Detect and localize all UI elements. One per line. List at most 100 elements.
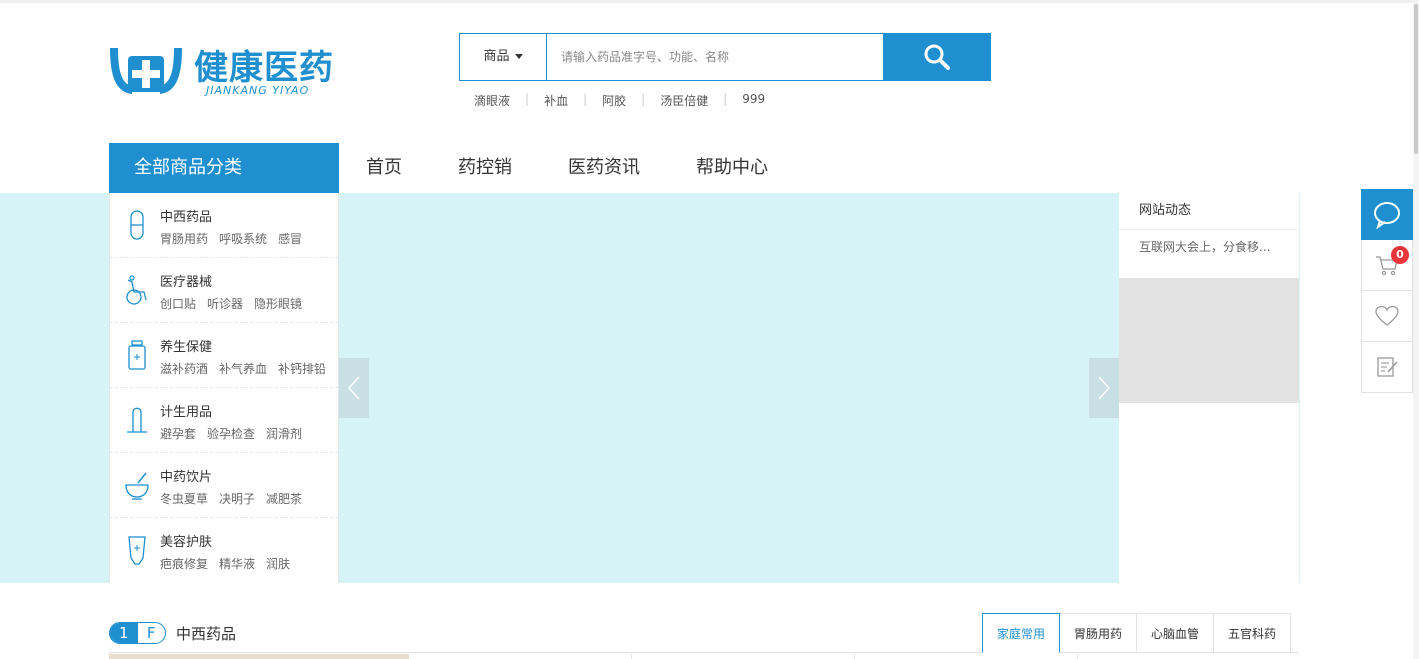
subcategory-link[interactable]: 呼吸系统	[219, 232, 267, 246]
floor-tab-ent[interactable]: 五官科药	[1214, 613, 1292, 653]
logo-subtext: JIANKANG YIYAO	[206, 84, 310, 97]
hot-word[interactable]: 汤臣倍健	[660, 92, 708, 109]
site-news-panel: 网站动态 互联网大会上，分食移...	[1119, 193, 1299, 583]
chat-button[interactable]	[1361, 189, 1413, 240]
scrollbar-thumb[interactable]	[1414, 4, 1418, 154]
search-scope-select[interactable]: 商品	[460, 34, 547, 80]
search-button[interactable]	[883, 33, 991, 81]
subcategory-link[interactable]: 滋补药酒	[160, 362, 208, 376]
category-subs: 避孕套 验孕检查 润滑剂	[160, 425, 313, 442]
floor-tab-family[interactable]: 家庭常用	[982, 613, 1061, 653]
category-title[interactable]: 计生用品	[160, 401, 212, 420]
category-subs: 胃肠用药 呼吸系统 感冒	[160, 230, 313, 247]
subcategory-link[interactable]: 精华液	[219, 557, 255, 571]
separator: |	[583, 92, 588, 106]
floor-tab-gastro[interactable]: 胃肠用药	[1060, 613, 1138, 653]
search-bar: 商品	[459, 33, 991, 81]
category-item[interactable]: 美容护肤 疤痕修复 精华液 润肤	[110, 518, 338, 583]
edit-note-icon	[1377, 357, 1398, 377]
nav-home[interactable]: 首页	[366, 143, 402, 193]
wheelchair-icon	[126, 275, 147, 305]
logo-mark-icon	[110, 48, 182, 94]
chevron-right-icon	[1098, 376, 1111, 400]
site-logo[interactable]: 健康医药 JIANKANG YIYAO	[108, 40, 338, 100]
pill-capsule-icon	[130, 210, 144, 240]
hot-word[interactable]: 999	[742, 92, 765, 109]
banner-next-button[interactable]	[1089, 358, 1119, 418]
nav-medical-news[interactable]: 医药资讯	[568, 143, 640, 193]
medicine-bottle-icon	[128, 340, 146, 370]
floor-tab-cardio[interactable]: 心脑血管	[1137, 613, 1215, 653]
hot-word[interactable]: 阿胶	[602, 92, 626, 109]
category-title[interactable]: 中西药品	[160, 206, 212, 225]
subcategory-link[interactable]: 避孕套	[160, 427, 196, 441]
chat-bubble-icon	[1374, 201, 1400, 229]
subcategory-link[interactable]: 减肥茶	[266, 492, 302, 506]
feedback-button[interactable]	[1361, 342, 1413, 393]
category-subs: 疤痕修复 精华液 润肤	[160, 555, 301, 572]
floor-number: 1	[110, 623, 138, 643]
category-title[interactable]: 医疗器械	[160, 271, 212, 290]
news-image[interactable]	[1119, 278, 1299, 403]
logo-text: 健康医药	[194, 48, 334, 88]
category-subs: 创口贴 听诊器 隐形眼镜	[160, 295, 313, 312]
floor-letter: F	[146, 624, 156, 642]
subcategory-link[interactable]: 补气养血	[219, 362, 267, 376]
product-divider	[631, 654, 632, 659]
news-item[interactable]: 互联网大会上，分食移...	[1119, 230, 1299, 270]
product-divider	[1077, 654, 1078, 659]
subcategory-link[interactable]: 冬虫夏草	[160, 492, 208, 506]
subcategory-link[interactable]: 听诊器	[207, 297, 243, 311]
subcategory-link[interactable]: 创口贴	[160, 297, 196, 311]
hot-word[interactable]: 补血	[544, 92, 568, 109]
subcategory-link[interactable]: 验孕检查	[207, 427, 255, 441]
search-input[interactable]	[547, 34, 883, 80]
all-categories-button[interactable]: 全部商品分类	[109, 143, 339, 193]
condom-icon	[127, 407, 147, 433]
cart-button[interactable]: 0	[1361, 240, 1413, 291]
subcategory-link[interactable]: 润滑剂	[266, 427, 302, 441]
caret-down-icon	[514, 54, 523, 59]
chevron-left-icon	[347, 376, 360, 400]
category-subs: 冬虫夏草 决明子 减肥茶	[160, 490, 313, 507]
category-subs: 滋补药酒 补气养血 补钙排铅	[160, 360, 337, 377]
right-toolbar: 0	[1361, 189, 1413, 393]
news-heading: 网站动态	[1119, 193, 1299, 230]
category-title[interactable]: 养生保健	[160, 336, 212, 355]
subcategory-link[interactable]: 胃肠用药	[160, 232, 208, 246]
separator: |	[723, 92, 728, 106]
subcategory-link[interactable]: 润肤	[266, 557, 290, 571]
subcategory-link[interactable]: 感冒	[278, 232, 302, 246]
floor-badge: 1 F	[109, 622, 166, 644]
search-icon	[924, 44, 950, 70]
category-item[interactable]: 计生用品 避孕套 验孕检查 润滑剂	[110, 388, 338, 453]
banner-prev-button[interactable]	[339, 358, 369, 418]
subcategory-link[interactable]: 隐形眼镜	[254, 297, 302, 311]
category-title[interactable]: 美容护肤	[160, 531, 212, 550]
top-border	[0, 0, 1419, 3]
category-menu: 中西药品 胃肠用药 呼吸系统 感冒 医疗器械 创口贴 听诊器 隐形眼镜 养生保健 滋补药…	[109, 193, 339, 583]
cream-tube-icon	[128, 536, 146, 565]
subcategory-link[interactable]: 疤痕修复	[160, 557, 208, 571]
hot-word[interactable]: 滴眼液	[474, 92, 510, 109]
mortar-bowl-icon	[125, 472, 149, 500]
floor-promo-image[interactable]	[109, 654, 409, 659]
category-item[interactable]: 中药饮片 冬虫夏草 决明子 减肥茶	[110, 453, 338, 518]
category-title[interactable]: 中药饮片	[160, 466, 212, 485]
product-divider	[854, 654, 855, 659]
cart-count-badge: 0	[1391, 246, 1409, 264]
category-item[interactable]: 养生保健 滋补药酒 补气养血 补钙排铅	[110, 323, 338, 388]
hot-search-words: 滴眼液 | 补血 | 阿胶 | 汤臣倍健 | 999	[474, 92, 765, 109]
heart-icon	[1375, 305, 1399, 326]
floor-tabs: 家庭常用 胃肠用药 心脑血管 五官科药	[982, 613, 1292, 653]
nav-drug-control[interactable]: 药控销	[458, 143, 512, 193]
floor-title: 中西药品	[176, 625, 237, 643]
subcategory-link[interactable]: 补钙排铅	[278, 362, 326, 376]
page-scrollbar[interactable]	[1413, 0, 1419, 659]
favorites-button[interactable]	[1361, 291, 1413, 342]
category-item[interactable]: 中西药品 胃肠用药 呼吸系统 感冒	[110, 193, 338, 258]
separator: |	[641, 92, 646, 106]
category-item[interactable]: 医疗器械 创口贴 听诊器 隐形眼镜	[110, 258, 338, 323]
nav-help-center[interactable]: 帮助中心	[696, 143, 768, 193]
subcategory-link[interactable]: 决明子	[219, 492, 255, 506]
